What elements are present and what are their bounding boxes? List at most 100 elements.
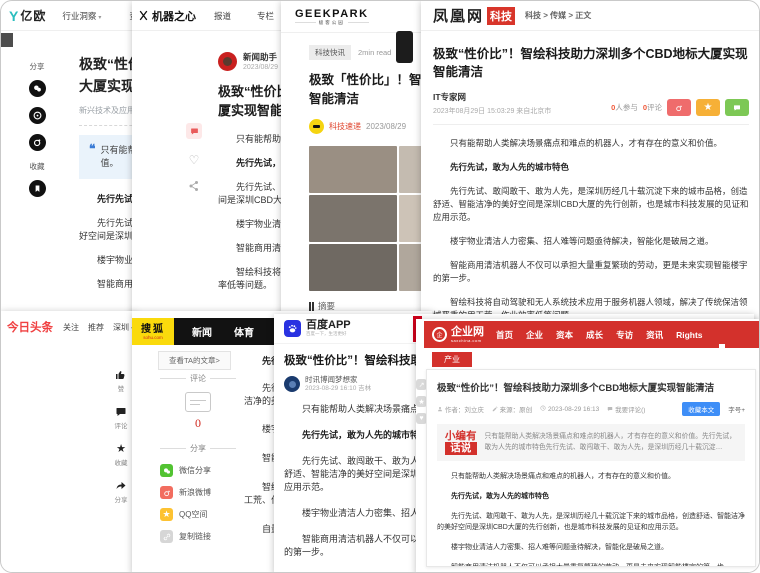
sohu-comment-label: 评论 <box>190 374 206 383</box>
ifeng-header: 凤凰网 科技 科技 > 传媒 > 正文 <box>421 1 759 31</box>
toutiao-action-rail: 赞 评论 ★ 收藏 分享 <box>109 369 133 517</box>
yiou-logo-icon: Y <box>9 7 19 24</box>
paragraph: 只有能帮助人类解决场景痛点和难点的机器人，才有存在的意义和价值。 <box>451 473 675 480</box>
toutiao-nav-city[interactable]: 深圳▾ <box>113 322 134 333</box>
favorite-button[interactable]: ★ 收藏 <box>109 443 133 467</box>
photo-cell <box>309 195 397 242</box>
sohu-nav-news[interactable]: 新闻 <box>192 324 212 339</box>
comment-button[interactable]: 评论 <box>109 406 133 430</box>
weibo-share-icon[interactable] <box>28 134 46 151</box>
qiye-comment-link[interactable]: 我要评论() <box>607 404 645 414</box>
weibo-button[interactable] <box>667 99 691 116</box>
moments-share-icon[interactable] <box>28 107 46 124</box>
chevron-down-icon: ▾ <box>98 14 102 21</box>
photo-cell <box>309 244 397 291</box>
ifeng-source[interactable]: IT专家网 <box>433 91 551 103</box>
favorite-star-button[interactable]: ★ <box>696 99 720 116</box>
sohu-view-articles-button[interactable]: 查看TA的文章> <box>158 351 231 370</box>
press-collage-canvas: Y 亿欧 行业洞察▾ 资讯 分享 收藏 <box>0 0 760 573</box>
share-arrow-icon <box>116 482 126 489</box>
qiye-nav-enterprise[interactable]: 企业 <box>526 329 543 341</box>
paragraph-heading: 先行先试，敢为人先的城市特色 <box>450 162 570 172</box>
sohu-comment-box-icon[interactable] <box>185 392 211 412</box>
share-button[interactable]: 分享 <box>109 480 133 504</box>
qiye-logo-seal-icon: 企 <box>432 327 447 342</box>
paragraph: 智能商用清洁机器人不仅可以承担大量重复繁琐的劳动，更是未来实现智能楼宇的第一步。 <box>437 562 745 566</box>
paragraph: 先行先试、敢闯敢干、敢为人先，是深圳历经几十载沉淀下来的城市品格，创造舒适、智能… <box>433 186 749 222</box>
comment-icon <box>116 408 126 416</box>
toutiao-header: 今日头条 关注 推荐 深圳▾ 视频 <box>1 311 159 343</box>
share-copy-link[interactable]: 复制链接 <box>160 530 236 543</box>
paragraph: 先行先试、敢闯敢干、敢为人先，是深圳历经几十载沉淀下来的城市品格，创造舒适、智能… <box>437 513 745 531</box>
thumb-up-icon <box>116 371 125 379</box>
geek-date: 2023/08/29 <box>366 122 407 131</box>
yiou-nav-industry-insight[interactable]: 行业洞察 ▾ <box>62 10 101 22</box>
abstract-bars-icon <box>309 301 314 311</box>
jqzx-author-name[interactable]: 新闻助手 <box>243 51 278 63</box>
qiye-nav-rights[interactable]: Rights <box>676 330 702 340</box>
star-icon: ★ <box>116 443 126 455</box>
ifeng-tech-badge: 科技 <box>487 6 516 25</box>
ifeng-comments[interactable]: 0评论 <box>643 102 662 113</box>
avatar <box>218 51 237 71</box>
baidu-logo-text[interactable]: 百度APP <box>306 320 351 331</box>
like-button[interactable]: 赞 <box>109 369 133 393</box>
panel-ifeng: 凤凰网 科技 科技 > 传媒 > 正文 极致“性价比”！智绘科技助力深圳多个CB… <box>421 1 759 326</box>
jqzx-nav-report[interactable]: 报道 <box>214 10 231 22</box>
bookmark-icon[interactable] <box>28 180 46 197</box>
baidu-author-name[interactable]: 时讯博闻梦想家 <box>305 375 371 384</box>
sohu-logo[interactable]: 搜狐 sohu.com <box>132 318 174 345</box>
qiye-nav-capital[interactable]: 资本 <box>556 329 573 341</box>
avatar <box>309 119 324 134</box>
sohu-widgets: 评论 0 分享 微信分享 新浪微博 ★ QQ空间 复制链接 <box>160 373 236 552</box>
qiye-nav-growth[interactable]: 成长 <box>586 329 603 341</box>
editor-note-text: 只有能帮助人类解决场景痛点和难点的机器人，才有存在的意义和价值。先行先试，敢为人… <box>484 433 736 451</box>
qiye-fontsize-button[interactable]: 字号+ <box>728 404 745 414</box>
paragraph: 楼宇物业清洁人力密集、招人难等问题亟待解决，智能化是破局之道。 <box>450 236 714 246</box>
qiye-nav-interview[interactable]: 专访 <box>616 329 633 341</box>
yiou-share-rail: 分享 收藏 <box>25 61 49 207</box>
qiye-logo-text: 企业网 <box>451 325 484 338</box>
geek-tag[interactable]: 科技快讯 <box>309 45 351 60</box>
ifeng-article-title: 极致“性价比”！智绘科技助力深圳多个CBD地标大厦实现智能清洁 <box>433 47 748 79</box>
yiou-logo[interactable]: Y 亿欧 <box>9 7 46 24</box>
qiye-nav-home[interactable]: 首页 <box>496 329 513 341</box>
jiqizhixin-logo[interactable]: 机器之心 <box>138 8 196 24</box>
link-icon <box>160 530 173 543</box>
geekpark-logo-sub: 极客公园 <box>318 19 345 25</box>
paragraph: 智能商用清洁机器人不仅可以承担大量重复繁琐的劳动，更是未来实现智能楼宇的第一步。 <box>433 260 748 283</box>
share-qzone[interactable]: ★ QQ空间 <box>160 508 236 521</box>
ifeng-article: 极致“性价比”！智绘科技助力深圳多个CBD地标大厦实现智能清洁 IT专家网 20… <box>421 31 759 322</box>
share-nodes-icon[interactable] <box>188 180 200 192</box>
wechat-share-icon[interactable] <box>28 80 46 97</box>
share-wechat[interactable]: 微信分享 <box>160 464 236 477</box>
editor-note-badge: 小编有 话说 <box>445 430 477 455</box>
qiye-channel-tag[interactable]: 产业 <box>432 352 472 367</box>
qiye-favorite-button[interactable]: 收藏本文 <box>682 402 721 416</box>
toutiao-logo[interactable]: 今日头条 <box>7 319 53 335</box>
heart-icon[interactable]: ♡ <box>184 153 204 167</box>
geek-author-name[interactable]: 科技速递 <box>329 121 361 132</box>
wechat-button[interactable] <box>725 99 749 116</box>
comment-icon[interactable] <box>186 123 202 139</box>
toutiao-nav-follow[interactable]: 关注 <box>63 322 79 333</box>
pencil-icon <box>492 406 498 412</box>
wechat-icon <box>160 464 173 477</box>
jqzx-nav-column[interactable]: 专栏 <box>257 10 274 22</box>
breadcrumb[interactable]: 科技 > 传媒 > 正文 <box>525 10 591 21</box>
ifeng-datetime: 2023年08月29日 15:03:29 来自北京市 <box>433 108 552 115</box>
ifeng-article-body: 只有能帮助人类解决场景痛点和难点的机器人，才有存在的意义和价值。 先行先试，敢为… <box>433 137 749 322</box>
yiou-fav-label: 收藏 <box>29 162 45 171</box>
ifeng-meta-row: IT专家网 2023年08月29日 15:03:29 来自北京市 0人参与 0评… <box>433 91 749 125</box>
yiou-logo-text: 亿欧 <box>20 9 47 23</box>
qiye-article-card: 极致“性价比”！智绘科技助力深圳多个CBD地标大厦实现智能清洁 作者：刘立庆 来… <box>426 369 756 567</box>
sohu-nav-sports[interactable]: 体育 <box>234 324 254 339</box>
toutiao-nav-recommend[interactable]: 推荐 <box>88 322 104 333</box>
geekpark-logo[interactable]: GEEKPARK 极客公园 <box>295 8 369 26</box>
qiye-source: 来源：原创 <box>492 404 532 414</box>
qiye-nav-news[interactable]: 资讯 <box>646 329 663 341</box>
ifeng-logo[interactable]: 凤凰网 科技 <box>433 5 516 26</box>
qiye-logo[interactable]: 企 企业网 saxchina.com <box>432 325 484 343</box>
share-weibo[interactable]: 新浪微博 <box>160 486 236 499</box>
yiou-share-label: 分享 <box>29 62 45 71</box>
